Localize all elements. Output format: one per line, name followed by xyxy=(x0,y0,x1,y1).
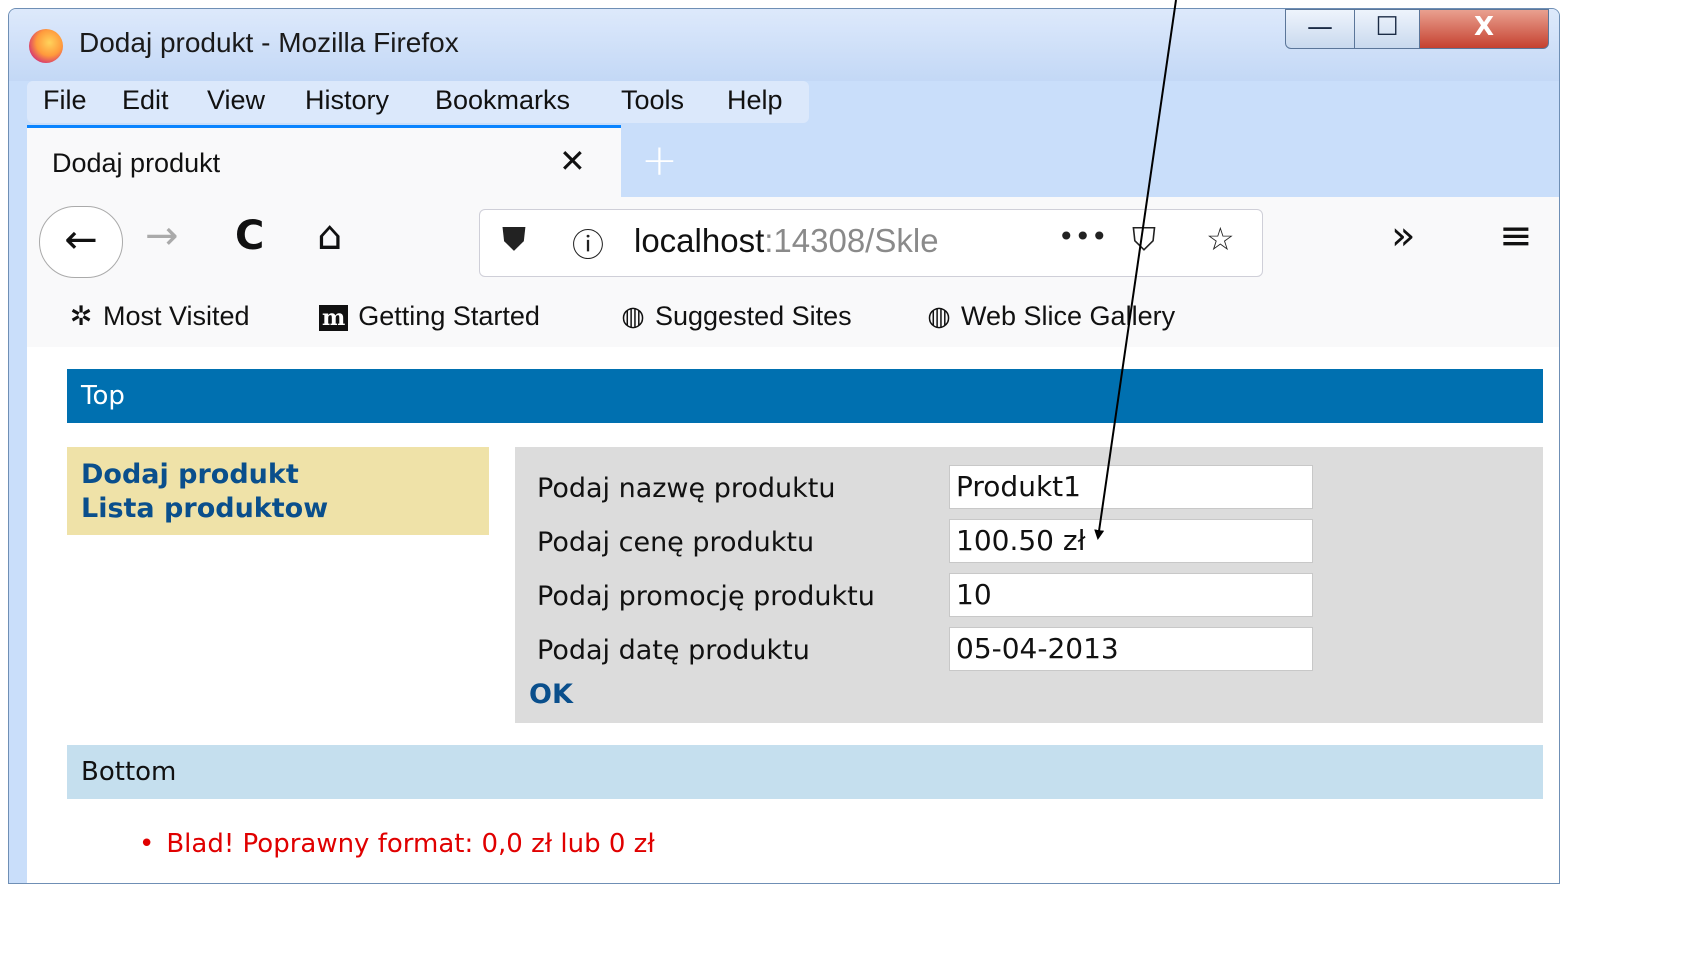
gear-icon: ✲ xyxy=(69,301,93,331)
label-product-promotion: Podaj promocję produktu xyxy=(537,581,875,612)
menu-help[interactable]: Help xyxy=(727,85,783,116)
top-label: Top xyxy=(81,381,125,411)
bookmark-suggested-sites[interactable]: ◍ Suggested Sites xyxy=(619,301,852,332)
forward-icon[interactable]: → xyxy=(145,213,179,259)
home-icon[interactable]: ⌂ xyxy=(317,213,342,259)
url-bar[interactable]: ⛊ ⓘ localhost:14308/Skle ••• ⛉ ☆ xyxy=(479,209,1263,277)
bookmark-getting-started[interactable]: m Getting Started xyxy=(319,301,540,332)
title-bar: Dodaj produkt - Mozilla Firefox — ☐ X xyxy=(9,9,1559,81)
page-bottom-bar: Bottom xyxy=(67,745,1543,799)
bookmark-label: Web Slice Gallery xyxy=(961,301,1176,331)
label-product-name: Podaj nazwę produktu xyxy=(537,473,836,504)
tracking-shield-icon[interactable]: ⛊ xyxy=(502,220,526,259)
pocket-icon[interactable]: ⛉ xyxy=(1132,220,1156,259)
page-content: Top Dodaj produkt Lista produktow Podaj … xyxy=(27,347,1559,883)
window-title: Dodaj produkt - Mozilla Firefox xyxy=(79,27,459,58)
menu-view[interactable]: View xyxy=(207,85,265,116)
bookmark-star-icon[interactable]: ☆ xyxy=(1206,220,1235,258)
tab-close-icon[interactable]: ✕ xyxy=(559,142,586,180)
menu-bar: File Edit View History Bookmarks Tools H… xyxy=(27,81,809,123)
label-product-price: Podaj cenę produktu xyxy=(537,527,815,558)
mozilla-m-icon: m xyxy=(319,305,349,331)
globe-icon: ◍ xyxy=(927,301,951,331)
close-window-button[interactable]: X xyxy=(1419,9,1549,49)
close-icon: X xyxy=(1473,12,1495,42)
url-path: :14308/Skle xyxy=(764,222,939,259)
bookmark-label: Getting Started xyxy=(358,301,540,331)
product-name-input[interactable]: Produkt1 xyxy=(949,465,1313,509)
bookmarks-toolbar: ✲ Most Visited m Getting Started ◍ Suggeste… xyxy=(27,297,1559,348)
validation-error-message: Blad! Poprawny format: 0,0 zł lub 0 zł xyxy=(139,829,654,859)
reload-icon[interactable]: C xyxy=(235,213,264,259)
product-form: Podaj nazwę produktu Produkt1 Podaj cenę… xyxy=(515,447,1543,723)
product-date-input[interactable]: 05-04-2013 xyxy=(949,627,1313,671)
menu-history[interactable]: History xyxy=(305,85,389,116)
label-product-date: Podaj datę produktu xyxy=(537,635,810,666)
navigation-toolbar: ← → C ⌂ ⛊ ⓘ localhost:14308/Skle ••• ⛉ ☆… xyxy=(27,197,1559,297)
bookmark-label: Suggested Sites xyxy=(655,301,852,331)
maximize-icon: ☐ xyxy=(1375,12,1399,42)
screenshot-stage: Dodaj produkt - Mozilla Firefox — ☐ X Fi… xyxy=(0,0,1568,889)
link-dodaj-produkt[interactable]: Dodaj produkt xyxy=(81,459,299,490)
bookmark-most-visited[interactable]: ✲ Most Visited xyxy=(67,301,250,332)
minimize-button[interactable]: — xyxy=(1285,9,1355,49)
url-host: localhost xyxy=(634,222,765,259)
menu-file[interactable]: File xyxy=(43,85,87,116)
url-text[interactable]: localhost:14308/Skle xyxy=(634,222,960,260)
ok-submit-button[interactable]: OK xyxy=(529,679,573,710)
bookmark-label: Most Visited xyxy=(103,301,250,331)
page-top-bar: Top xyxy=(67,369,1543,423)
page-actions-icon[interactable]: ••• xyxy=(1058,220,1108,253)
tab-strip: Dodaj produkt ✕ + xyxy=(9,125,1559,197)
browser-window: Dodaj produkt - Mozilla Firefox — ☐ X Fi… xyxy=(8,8,1560,884)
menu-tools[interactable]: Tools xyxy=(621,85,684,116)
tab-dodaj-produkt[interactable]: Dodaj produkt ✕ xyxy=(27,125,621,197)
product-promotion-input[interactable]: 10 xyxy=(949,573,1313,617)
menu-edit[interactable]: Edit xyxy=(122,85,169,116)
hamburger-menu-icon[interactable]: ≡ xyxy=(1499,213,1533,259)
bookmark-web-slice-gallery[interactable]: ◍ Web Slice Gallery xyxy=(925,301,1175,332)
link-lista-produktow[interactable]: Lista produktow xyxy=(81,493,328,524)
globe-icon: ◍ xyxy=(621,301,645,331)
bottom-label: Bottom xyxy=(81,757,177,787)
back-button[interactable]: ← xyxy=(39,206,123,278)
site-info-icon[interactable]: ⓘ xyxy=(572,220,604,266)
firefox-logo-icon xyxy=(29,29,63,63)
back-arrow-icon: ← xyxy=(64,217,98,263)
new-tab-icon[interactable]: + xyxy=(641,135,678,186)
tab-title: Dodaj produkt xyxy=(52,148,221,178)
minimize-icon: — xyxy=(1307,12,1333,42)
menu-bookmarks[interactable]: Bookmarks xyxy=(435,85,570,116)
overflow-chevron-icon[interactable]: » xyxy=(1391,213,1415,259)
sidebar-nav: Dodaj produkt Lista produktow xyxy=(67,447,489,535)
maximize-button[interactable]: ☐ xyxy=(1354,9,1420,49)
product-price-input[interactable]: 100.50 zł xyxy=(949,519,1313,563)
